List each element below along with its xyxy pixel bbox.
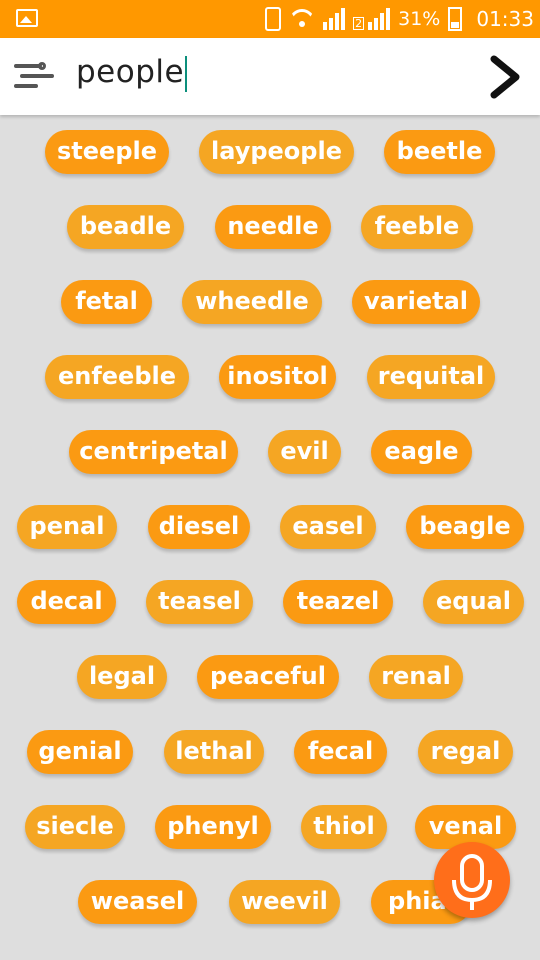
word-chip[interactable]: peaceful — [197, 655, 339, 699]
word-chip[interactable]: steeple — [45, 130, 169, 174]
word-chip[interactable]: fecal — [294, 730, 387, 774]
word-chip[interactable]: renal — [369, 655, 463, 699]
battery-text: 31% — [398, 8, 441, 30]
word-chip[interactable]: needle — [215, 205, 331, 249]
word-chip[interactable]: centripetal — [69, 430, 238, 474]
chevron-right-icon[interactable] — [488, 55, 524, 99]
search-bar: people — [0, 38, 540, 115]
text-caret — [185, 55, 188, 92]
wind-lines-icon[interactable] — [14, 62, 54, 92]
word-chip[interactable]: diesel — [148, 505, 250, 549]
sim2-label: 2 — [353, 17, 365, 30]
word-chip[interactable]: beetle — [384, 130, 495, 174]
word-chip[interactable]: thiol — [301, 805, 387, 849]
wifi-icon — [289, 9, 315, 29]
voice-search-button[interactable] — [434, 842, 510, 918]
battery-icon — [448, 7, 463, 31]
word-chip[interactable]: requital — [367, 355, 495, 399]
word-chip[interactable]: beagle — [406, 505, 524, 549]
search-query: people — [76, 54, 185, 90]
signal-sim2-icon: 2 — [353, 8, 391, 30]
word-cloud: steeple laypeople beetle beadle needle feeble… — [0, 116, 540, 960]
word-chip[interactable]: decal — [17, 580, 116, 624]
word-chip[interactable]: laypeople — [199, 130, 354, 174]
status-bar: 2 31% 01:33 — [0, 0, 540, 38]
word-chip[interactable]: teasel — [146, 580, 253, 624]
word-chip[interactable]: beadle — [67, 205, 184, 249]
word-chip[interactable]: genial — [27, 730, 133, 774]
word-chip[interactable]: weasel — [78, 880, 197, 924]
word-chip[interactable]: easel — [280, 505, 376, 549]
clock: 01:33 — [476, 7, 534, 31]
vibrate-icon — [265, 7, 282, 31]
word-chip[interactable]: phenyl — [155, 805, 271, 849]
word-chip[interactable]: equal — [423, 580, 524, 624]
word-chip[interactable]: weevil — [229, 880, 340, 924]
word-chip[interactable]: inositol — [219, 355, 336, 399]
word-chip[interactable]: eagle — [371, 430, 472, 474]
search-input[interactable]: people — [76, 54, 188, 92]
word-chip[interactable]: evil — [268, 430, 341, 474]
word-chip[interactable]: feeble — [361, 205, 473, 249]
word-chip[interactable]: siecle — [25, 805, 125, 849]
word-chip[interactable]: fetal — [61, 280, 152, 324]
word-chip[interactable]: regal — [418, 730, 513, 774]
gallery-icon — [16, 9, 38, 27]
word-chip[interactable]: penal — [17, 505, 117, 549]
microphone-icon — [452, 854, 492, 910]
word-chip[interactable]: enfeeble — [45, 355, 189, 399]
word-chip[interactable]: varietal — [352, 280, 480, 324]
word-chip[interactable]: lethal — [164, 730, 264, 774]
word-chip[interactable]: teazel — [283, 580, 393, 624]
word-chip[interactable]: wheedle — [182, 280, 322, 324]
word-chip[interactable]: legal — [77, 655, 167, 699]
signal-icon — [323, 8, 346, 30]
